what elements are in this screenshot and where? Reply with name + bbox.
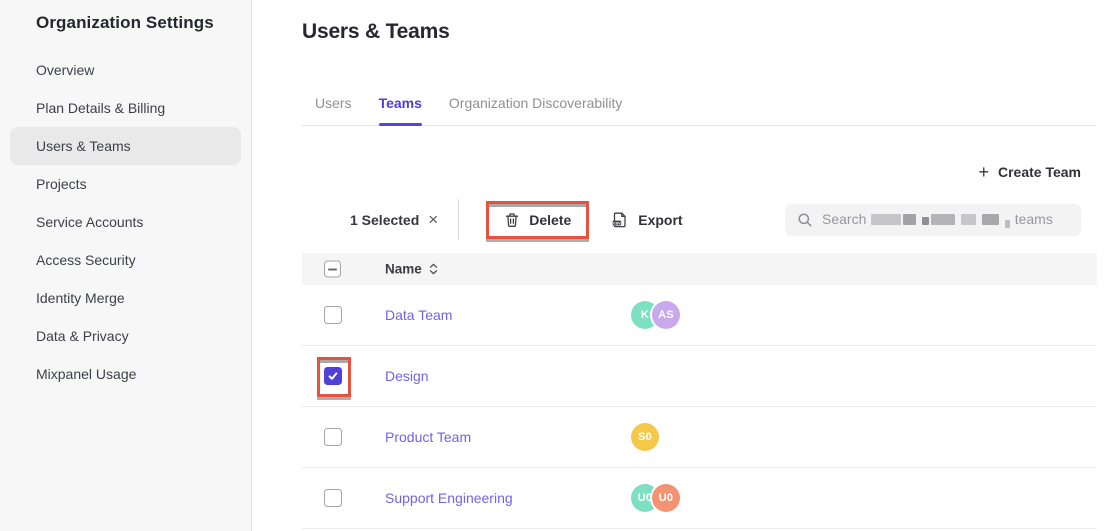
toolbar-divider [458,199,459,240]
sidebar-title: Organization Settings [0,0,251,33]
sidebar-item-data-privacy[interactable]: Data & Privacy [0,317,251,355]
sidebar-item-users-teams[interactable]: Users & Teams [10,127,241,165]
avatar-group: K AS [631,301,680,329]
search-icon [797,212,813,228]
create-team-button[interactable]: + Create Team [978,164,1081,180]
selection-count: 1 Selected × [350,212,438,228]
tab-organization-discoverability[interactable]: Organization Discoverability [449,95,623,125]
create-team-label: Create Team [998,164,1081,180]
tab-users[interactable]: Users [315,95,352,125]
avatar-group: S0 [631,423,659,451]
team-name-link[interactable]: Design [385,368,429,384]
export-button[interactable]: csv Export [594,201,699,239]
search-input[interactable]: Search teams [785,204,1081,236]
svg-text:csv: csv [613,220,621,225]
teams-table: Name Data Team K AS [302,253,1097,529]
select-all-checkbox[interactable] [324,261,341,278]
selection-count-label: 1 Selected [350,212,419,228]
sidebar-item-access-security[interactable]: Access Security [0,241,251,279]
sort-chevrons-icon [429,263,438,276]
table-row-support-engineering: Support Engineering U0 U0 [302,468,1097,529]
sidebar-nav: Overview Plan Details & Billing Users & … [0,51,251,393]
team-name-link[interactable]: Data Team [385,307,452,323]
row-checkbox[interactable] [324,489,342,507]
search-placeholder: Search teams [822,211,1053,228]
csv-file-icon: csv [611,211,629,229]
delete-label: Delete [529,212,571,228]
row-checkbox[interactable] [324,306,342,324]
avatar: AS [652,301,680,329]
table-row-data-team: Data Team K AS [302,285,1097,346]
tab-teams[interactable]: Teams [379,95,422,125]
delete-button[interactable]: Delete [487,202,588,238]
row-checkbox-checked[interactable] [324,367,342,385]
sidebar-item-plan-details-billing[interactable]: Plan Details & Billing [0,89,251,127]
sidebar-item-mixpanel-usage[interactable]: Mixpanel Usage [0,355,251,393]
sidebar-item-overview[interactable]: Overview [0,51,251,89]
selection-toolbar: 1 Selected × Delete [302,199,1081,240]
team-name-link[interactable]: Product Team [385,429,471,445]
avatar: S0 [631,423,659,451]
avatar: U0 [652,484,680,512]
avatar-group: U0 U0 [631,484,680,512]
page-title: Users & Teams [302,20,450,44]
clear-selection-icon[interactable]: × [428,213,438,227]
main-content: Users & Teams Users Teams Organization D… [252,0,1108,531]
table-header-row: Name [302,253,1097,285]
table-row-design: Design [302,346,1097,407]
row-checkbox[interactable] [324,428,342,446]
export-label: Export [638,212,682,228]
sidebar-item-service-accounts[interactable]: Service Accounts [0,203,251,241]
team-name-link[interactable]: Support Engineering [385,490,513,506]
plus-icon: + [978,165,989,179]
tab-bar: Users Teams Organization Discoverability [302,95,1097,126]
checkmark-icon [327,370,339,382]
column-header-name[interactable]: Name [385,262,438,277]
indeterminate-dash-icon [328,268,337,270]
table-row-product-team: Product Team S0 [302,407,1097,468]
sidebar-item-projects[interactable]: Projects [0,165,251,203]
sidebar: Organization Settings Overview Plan Deta… [0,0,252,531]
redacted-text [870,211,1011,227]
sidebar-item-identity-merge[interactable]: Identity Merge [0,279,251,317]
trash-icon [504,212,520,228]
